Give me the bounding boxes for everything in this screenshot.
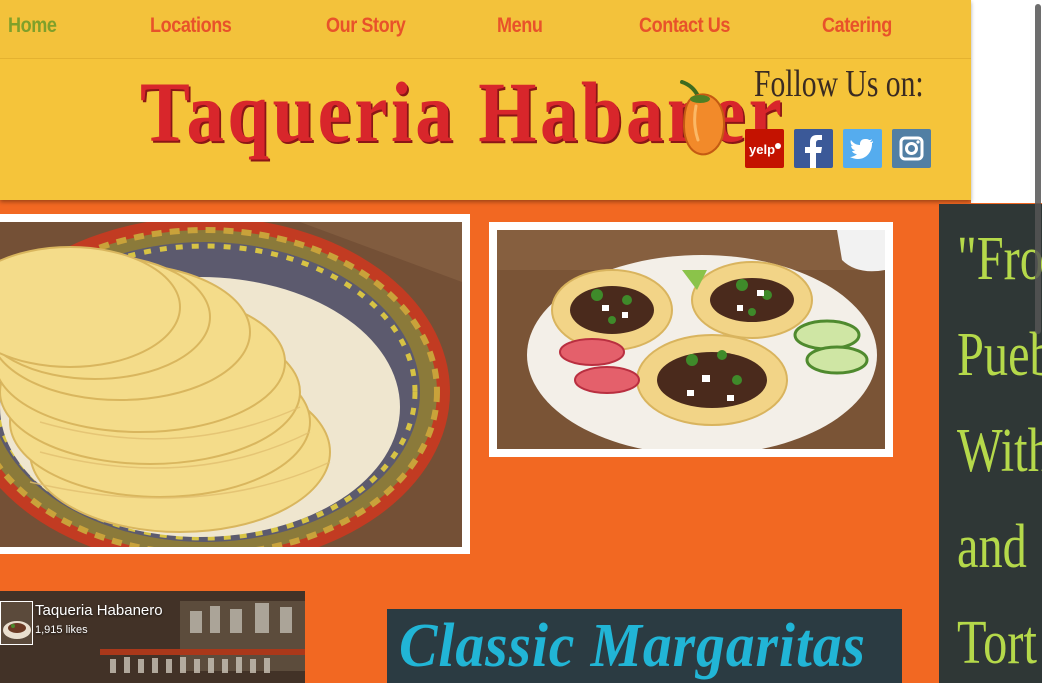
instagram-link[interactable] xyxy=(892,129,931,168)
facebook-link[interactable] xyxy=(794,129,833,168)
habanero-pepper-icon xyxy=(680,80,725,156)
chalk-line: With xyxy=(957,417,1042,485)
margaritas-heading: Classic Margaritas xyxy=(399,612,866,680)
chalk-line: Tort xyxy=(957,609,1037,677)
facebook-page-widget[interactable]: Taqueria Habanero 1,915 likes xyxy=(0,591,305,683)
margaritas-banner[interactable]: Classic Margaritas xyxy=(387,609,902,683)
tortilla-basket-photo[interactable] xyxy=(0,222,462,547)
nav-our-story[interactable]: Our Story xyxy=(326,14,406,38)
scrollbar-thumb[interactable] xyxy=(1035,4,1041,334)
nav-catering[interactable]: Catering xyxy=(822,14,892,38)
facebook-likes-count: 1,915 likes xyxy=(35,624,88,636)
main-nav: Home Locations Our Story Menu Contact Us… xyxy=(0,0,971,59)
chalk-line: Pueb xyxy=(957,321,1042,389)
yelp-icon: yelp xyxy=(749,142,781,157)
facebook-page-name[interactable]: Taqueria Habanero xyxy=(35,602,163,619)
tacos-plate-photo[interactable] xyxy=(497,230,885,449)
chalkboard-quote: "Fro Pueb With and Tort xyxy=(939,204,1042,683)
facebook-icon xyxy=(805,135,822,168)
nav-contact-us[interactable]: Contact Us xyxy=(639,14,730,38)
twitter-icon xyxy=(850,139,873,159)
twitter-link[interactable] xyxy=(843,129,882,168)
nav-menu[interactable]: Menu xyxy=(497,14,543,38)
page-gutter xyxy=(971,0,1042,203)
site-header: Home Locations Our Story Menu Contact Us… xyxy=(0,0,971,200)
instagram-icon xyxy=(899,136,924,161)
nav-home[interactable]: Home xyxy=(8,14,57,38)
chalk-line: "Fro xyxy=(957,225,1042,293)
nav-locations[interactable]: Locations xyxy=(150,14,232,38)
chalk-line: and xyxy=(957,513,1027,581)
facebook-page-avatar[interactable] xyxy=(0,601,33,645)
svg-text:yelp: yelp xyxy=(749,142,775,157)
yelp-link[interactable]: yelp xyxy=(745,129,784,168)
follow-us-heading: Follow Us on: xyxy=(754,63,924,105)
